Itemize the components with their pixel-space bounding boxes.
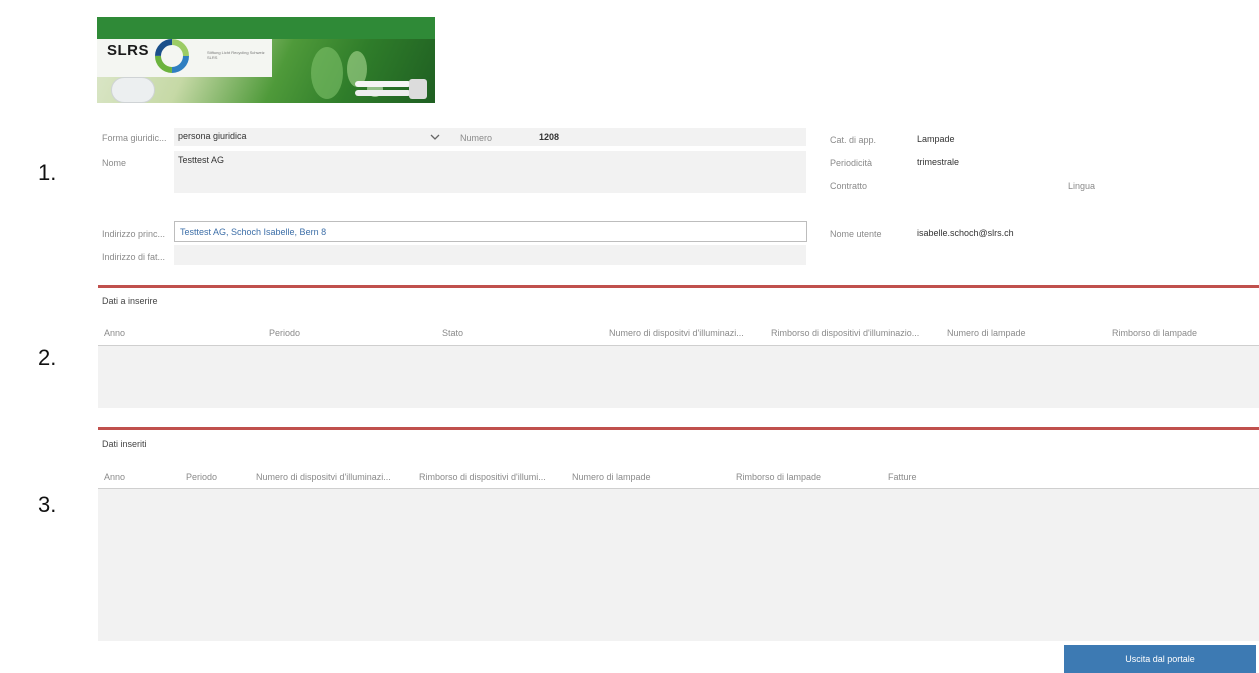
col-header-periodo[interactable]: Periodo (269, 328, 409, 338)
section-number-1: 1. (38, 160, 57, 185)
col-header-device-refund[interactable]: Rimborso di dispositivi d'illumi... (419, 472, 569, 482)
col-header-periodo[interactable]: Periodo (186, 472, 252, 482)
username-label: Nome utente (830, 229, 882, 239)
col-header-stato[interactable]: Stato (442, 328, 582, 338)
col-header-lamp-count[interactable]: Numero di lampade (947, 328, 1087, 338)
main-address-label: Indirizzo princ... (102, 229, 166, 239)
name-value: Testtest AG (178, 155, 225, 165)
exit-portal-button[interactable]: Uscita dal portale (1064, 645, 1256, 673)
data-to-enter-table-body (98, 346, 1259, 408)
language-label: Lingua (1068, 181, 1096, 191)
logo-tagline: Stiftung Licht Recycling Schweiz SLRS (207, 50, 265, 60)
number-label: Numero (460, 133, 493, 143)
recycle-logo-icon (155, 39, 189, 73)
username-value: isabelle.schoch@slrs.ch (917, 228, 1014, 238)
col-header-anno[interactable]: Anno (104, 328, 244, 338)
section-number-2: 2. (38, 345, 57, 370)
col-header-device-refund[interactable]: Rimborso di dispositivi d'illuminazio... (771, 328, 941, 338)
contract-label: Contratto (830, 181, 868, 191)
device-cat-value: Lampade (917, 134, 955, 144)
section-divider (98, 427, 1259, 430)
data-to-enter-title: Dati a inserire (102, 296, 158, 306)
main-address-value: Testtest AG, Schoch Isabelle, Bern 8 (180, 227, 327, 237)
banner-top-bar (97, 17, 435, 39)
col-header-invoices[interactable]: Fatture (888, 472, 988, 482)
col-header-device-count[interactable]: Numero di dispositvi d'illuminazi... (256, 472, 414, 482)
section-number-3: 3. (38, 492, 57, 517)
logo-banner: SLRS Stiftung Licht Recycling Schweiz SL… (97, 17, 435, 103)
col-header-lamp-count[interactable]: Numero di lampade (572, 472, 712, 482)
legal-form-label: Forma giuridic... (102, 133, 167, 143)
section-divider (98, 285, 1259, 288)
name-field[interactable]: Testtest AG (174, 151, 806, 193)
number-field-bg (449, 128, 806, 146)
name-label: Nome (102, 158, 127, 168)
billing-address-field[interactable] (174, 245, 806, 265)
col-header-lamp-refund[interactable]: Rimborso di lampade (1112, 328, 1252, 338)
periodicity-label: Periodicità (830, 158, 873, 168)
legal-form-value: persona giuridica (178, 131, 247, 141)
col-header-device-count[interactable]: Numero di dispositvi d'illuminazi... (609, 328, 769, 338)
main-address-field[interactable]: Testtest AG, Schoch Isabelle, Bern 8 (174, 221, 807, 242)
legal-form-select[interactable]: persona giuridica (174, 128, 449, 146)
col-header-lamp-refund[interactable]: Rimborso di lampade (736, 472, 876, 482)
chevron-down-icon (430, 134, 440, 140)
logo-brand: SLRS (107, 42, 150, 59)
number-value: 1208 (539, 132, 560, 142)
lightbulb-graphic (111, 77, 155, 103)
billing-address-label: Indirizzo di fat... (102, 252, 166, 262)
data-entered-table-body (98, 489, 1259, 641)
col-header-anno[interactable]: Anno (104, 472, 174, 482)
periodicity-value: trimestrale (917, 157, 960, 167)
cfl-lamp-graphic (355, 79, 427, 99)
data-entered-title: Dati inseriti (102, 439, 147, 449)
device-cat-label: Cat. di app. (830, 135, 877, 145)
